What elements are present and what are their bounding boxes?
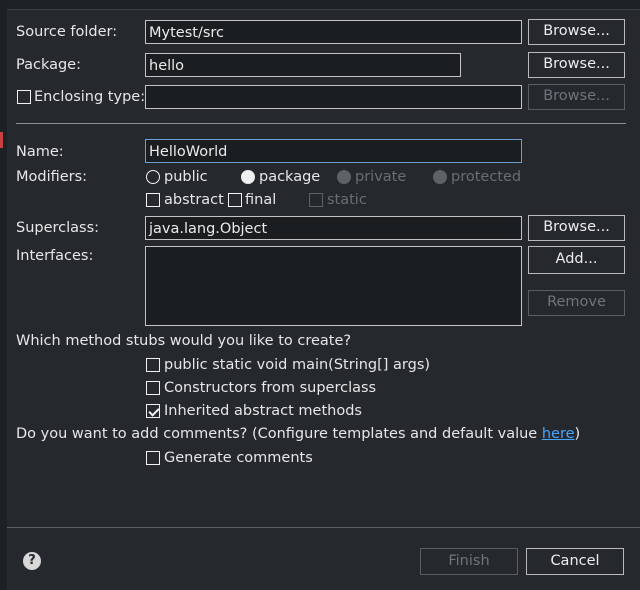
enclosing-type-checkbox[interactable] [17,90,31,104]
superclass-label: Superclass: [16,220,100,236]
package-radio-label: package [259,169,321,185]
constructors-checkbox[interactable] [146,381,160,395]
background-fragment [0,72,7,88]
name-label: Name: [16,144,64,160]
modifiers-label: Modifiers: [16,169,88,185]
comments-question-end: ) [574,426,581,442]
interfaces-list[interactable] [145,246,522,326]
comments-question-text: Do you want to add comments? (Configure … [16,426,542,442]
enclosing-type-browse-button[interactable]: Browse... [528,84,625,110]
window-top-bar [0,0,640,10]
public-radio[interactable] [146,170,160,184]
package-label: Package: [16,57,81,73]
abstract-label: abstract [164,192,224,208]
final-label: final [245,192,277,208]
comments-question: Do you want to add comments? (Configure … [16,424,580,444]
main-method-checkbox[interactable] [146,358,160,372]
background-fragment [0,101,7,117]
generate-comments-checkbox[interactable] [146,451,160,465]
enclosing-type-input[interactable] [145,85,522,109]
separator [16,123,626,124]
source-folder-input[interactable]: Mytest/src [145,20,522,44]
private-radio-label: private [355,169,407,185]
footer-separator [7,527,640,528]
add-interface-button[interactable]: Add... [528,246,625,274]
superclass-input[interactable]: java.lang.Object [145,216,522,240]
superclass-browse-button[interactable]: Browse... [528,215,625,241]
background-fragment [0,132,3,148]
private-radio[interactable] [337,170,351,184]
public-radio-label: public [164,169,208,185]
static-checkbox[interactable] [309,193,323,207]
name-input[interactable]: HelloWorld [145,139,522,163]
interfaces-label: Interfaces: [16,248,94,264]
constructors-label: Constructors from superclass [164,380,377,396]
final-checkbox[interactable] [228,193,242,207]
source-folder-browse-button[interactable]: Browse... [528,19,625,45]
main-method-label: public static void main(String[] args) [164,357,431,373]
help-icon[interactable]: ? [23,552,41,570]
configure-templates-link[interactable]: here [542,426,575,442]
package-input[interactable]: hello [145,53,461,77]
inherited-methods-checkbox[interactable] [146,404,160,418]
abstract-checkbox[interactable] [146,193,160,207]
inherited-methods-label: Inherited abstract methods [164,403,362,419]
package-radio[interactable] [241,170,255,184]
protected-radio-label: protected [451,169,522,185]
background-window-edge [0,0,7,590]
remove-interface-button[interactable]: Remove [528,290,625,316]
method-stubs-question: Which method stubs would you like to cre… [16,333,352,349]
static-label: static [327,192,367,208]
protected-radio[interactable] [433,170,447,184]
cancel-button[interactable]: Cancel [526,548,624,575]
finish-button[interactable]: Finish [420,548,518,575]
enclosing-type-label: Enclosing type: [34,89,146,105]
generate-comments-label: Generate comments [164,450,313,466]
package-browse-button[interactable]: Browse... [528,52,625,78]
source-folder-label: Source folder: [16,24,118,40]
